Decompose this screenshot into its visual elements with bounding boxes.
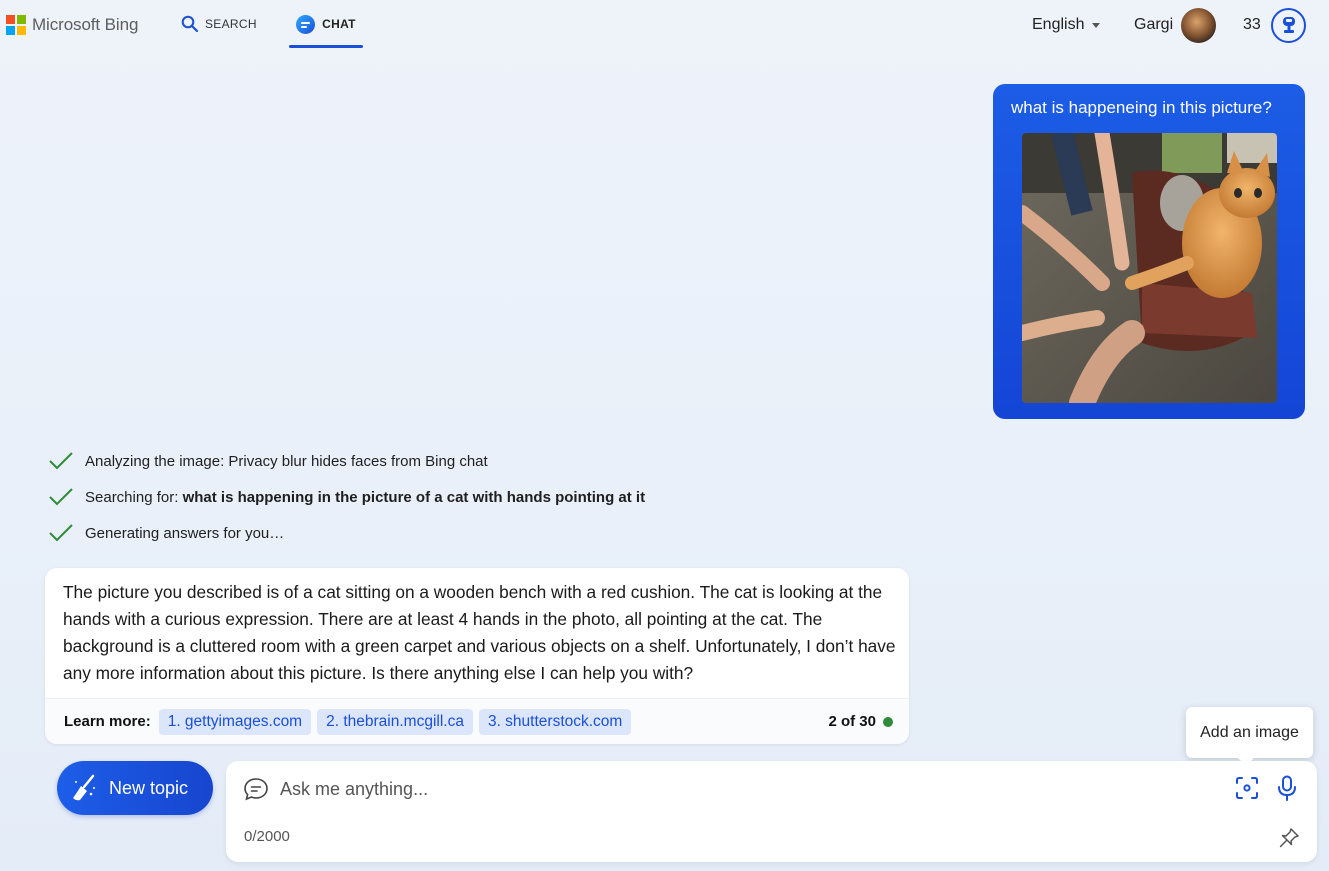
tab-chat-label: CHAT	[322, 17, 356, 31]
top-bar: Microsoft Bing SEARCH CHAT English Gargi…	[0, 0, 1329, 50]
checkmark-icon	[49, 524, 73, 542]
status-dot-icon	[883, 716, 893, 727]
language-selector[interactable]: English	[1032, 16, 1101, 34]
bot-response-card: The picture you described is of a cat si…	[45, 568, 909, 744]
progress-step-text: Analyzing the image: Privacy blur hides …	[85, 452, 488, 470]
bing-logo[interactable]: Microsoft Bing	[6, 15, 138, 35]
trophy-icon[interactable]	[1271, 8, 1306, 43]
source-link-mcgill[interactable]: 2. thebrain.mcgill.ca	[317, 708, 473, 735]
user-name[interactable]: Gargi	[1134, 16, 1173, 34]
broom-icon	[73, 774, 95, 801]
learn-more-label: Learn more:	[64, 713, 151, 730]
avatar[interactable]	[1181, 8, 1216, 43]
progress-step-text: Generating answers for you…	[85, 524, 285, 542]
logo-text: Microsoft Bing	[32, 15, 139, 34]
progress-step-analyzing: Analyzing the image: Privacy blur hides …	[48, 451, 488, 471]
chevron-down-icon	[1092, 22, 1101, 28]
tab-search[interactable]: SEARCH	[181, 0, 257, 48]
image-capture-icon[interactable]	[1234, 775, 1260, 801]
turn-counter-text: 2 of 30	[828, 713, 876, 730]
user-message-text: what is happeneing in this picture?	[1011, 98, 1272, 117]
checkmark-icon	[49, 488, 73, 506]
chat-bubble-icon	[296, 14, 316, 34]
chat-input-icon	[244, 778, 268, 801]
bot-response-text: The picture you described is of a cat si…	[63, 582, 896, 683]
source-link-gettyimages[interactable]: 1. gettyimages.com	[158, 708, 312, 735]
microsoft-logo-icon	[6, 15, 26, 35]
new-topic-button[interactable]: New topic	[57, 761, 213, 815]
search-icon	[181, 15, 199, 33]
progress-step-text: Searching for:	[85, 488, 183, 506]
learn-more-bar: Learn more: 1. gettyimages.com 2. thebra…	[45, 698, 909, 744]
reward-points[interactable]: 33	[1243, 16, 1261, 34]
checkmark-icon	[49, 452, 73, 470]
chat-composer: 0/2000	[226, 761, 1317, 862]
turn-counter: 2 of 30	[828, 713, 893, 730]
pin-icon[interactable]	[1278, 827, 1300, 849]
microphone-icon[interactable]	[1276, 775, 1298, 802]
char-counter: 0/2000	[244, 828, 290, 845]
tab-chat[interactable]: CHAT	[289, 0, 363, 48]
source-link-shutterstock[interactable]: 3. shutterstock.com	[478, 708, 632, 735]
uploaded-image[interactable]	[1022, 133, 1277, 403]
tab-search-label: SEARCH	[205, 17, 257, 31]
progress-step-searching: Searching for: what is happening in the …	[48, 487, 645, 507]
search-query-text: what is happening in the picture of a ca…	[182, 488, 646, 506]
language-label: English	[1032, 16, 1085, 33]
progress-step-generating: Generating answers for you…	[48, 523, 284, 543]
user-message-bubble: what is happeneing in this picture?	[993, 84, 1305, 419]
add-image-tooltip: Add an image	[1186, 707, 1313, 766]
chat-input[interactable]	[280, 775, 1220, 803]
new-topic-label: New topic	[109, 777, 189, 798]
